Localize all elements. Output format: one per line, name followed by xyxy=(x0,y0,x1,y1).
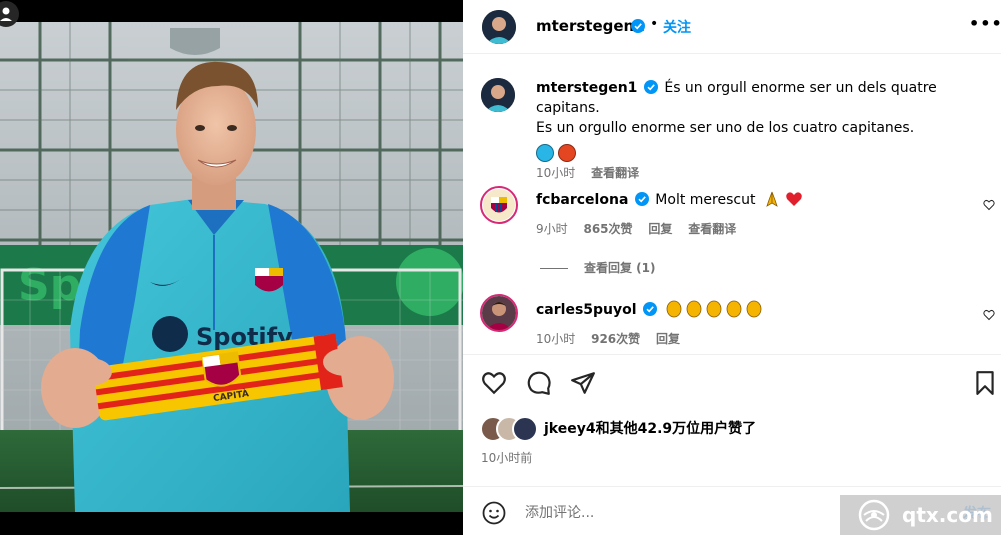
red-circle-emoji-icon xyxy=(558,144,576,162)
comment-text: carles5puyol xyxy=(536,300,976,320)
verified-badge-icon xyxy=(634,192,649,206)
comments-list[interactable]: mterstegen1 És un orgull enorme ser un d… xyxy=(463,54,1001,354)
user-tag-icon[interactable] xyxy=(0,0,28,28)
post-timestamp[interactable]: 10小时前 xyxy=(481,449,532,466)
more-dots-icon[interactable]: ••• xyxy=(969,14,1001,33)
like-heart-icon[interactable] xyxy=(481,370,507,396)
praying-hands-emoji-icon xyxy=(766,191,778,207)
red-heart-emoji-icon xyxy=(786,192,803,206)
comment-see-translation[interactable]: 查看翻译 xyxy=(688,222,736,236)
share-paper-plane-icon[interactable] xyxy=(570,370,596,396)
caption-text: mterstegen1 És un orgull enorme ser un d… xyxy=(536,78,976,165)
comment-likes[interactable]: 865次赞 xyxy=(583,222,632,236)
comment-bubble-icon[interactable] xyxy=(526,370,552,396)
caption-username[interactable]: mterstegen1 xyxy=(536,80,637,96)
caption-meta: 10小时 查看翻译 xyxy=(536,164,651,181)
comment-username[interactable]: fcbarcelona xyxy=(536,192,628,208)
liker-avatar[interactable] xyxy=(512,416,538,442)
comment-avatar[interactable] xyxy=(480,294,518,332)
likes-summary[interactable]: jkeey4和其他42.9万位用户赞了 xyxy=(544,418,756,438)
post-panel: mterstegen1 • 关注 ••• mterstegen1 És un o… xyxy=(463,0,1001,535)
watermark-text: qtx.com xyxy=(902,503,993,527)
verified-badge-icon xyxy=(643,302,658,316)
caption-see-translation[interactable]: 查看翻译 xyxy=(591,166,639,180)
comment-time: 9小时 xyxy=(536,222,568,236)
view-replies-button[interactable]: 查看回复 (1) xyxy=(540,259,656,276)
replies-line xyxy=(540,268,568,269)
post-photo-image: Spo Spotify CAPITÀ xyxy=(0,22,463,512)
caption-avatar[interactable] xyxy=(481,78,515,112)
verified-badge-icon xyxy=(643,80,658,94)
divider xyxy=(463,354,1001,355)
like-comment-heart-icon[interactable] xyxy=(983,309,995,321)
comment-time: 10小时 xyxy=(536,332,576,346)
comment-likes[interactable]: 926次赞 xyxy=(591,332,640,346)
emoji-smiley-icon[interactable] xyxy=(482,501,506,525)
comment-avatar[interactable] xyxy=(480,186,518,224)
header-separator: • xyxy=(650,16,659,32)
like-comment-heart-icon[interactable] xyxy=(983,199,995,211)
caption-time: 10小时 xyxy=(536,166,576,180)
comment-username[interactable]: carles5puyol xyxy=(536,302,637,318)
watermark-logo-icon xyxy=(858,499,890,531)
blue-circle-emoji-icon xyxy=(536,144,554,162)
action-bar xyxy=(463,366,1001,400)
comment-meta: 10小时 926次赞 回复 xyxy=(536,330,692,347)
comment-text: fcbarcelona Molt merescut xyxy=(536,190,976,210)
caption-emoji xyxy=(536,144,580,165)
caption-line2: Es un orgullo enorme ser uno de los cuat… xyxy=(536,120,915,136)
save-bookmark-icon[interactable] xyxy=(972,370,998,396)
author-username[interactable]: mterstegen1 xyxy=(536,17,645,35)
comment-input[interactable] xyxy=(523,500,887,526)
post-photo[interactable]: Spo Spotify CAPITÀ xyxy=(0,0,463,535)
author-avatar[interactable] xyxy=(482,10,516,44)
comment-reply-button[interactable]: 回复 xyxy=(656,332,680,346)
comment-meta: 9小时 865次赞 回复 查看翻译 xyxy=(536,220,748,237)
follow-button[interactable]: 关注 xyxy=(663,17,691,37)
comment-reply-button[interactable]: 回复 xyxy=(648,222,672,236)
comment-body: Molt merescut xyxy=(655,192,756,208)
clapping-hands-emoji-icon xyxy=(665,300,765,318)
watermark: qtx.com xyxy=(840,495,1001,535)
post-header: mterstegen1 • 关注 ••• xyxy=(463,0,1001,54)
verified-badge-icon xyxy=(631,19,645,33)
